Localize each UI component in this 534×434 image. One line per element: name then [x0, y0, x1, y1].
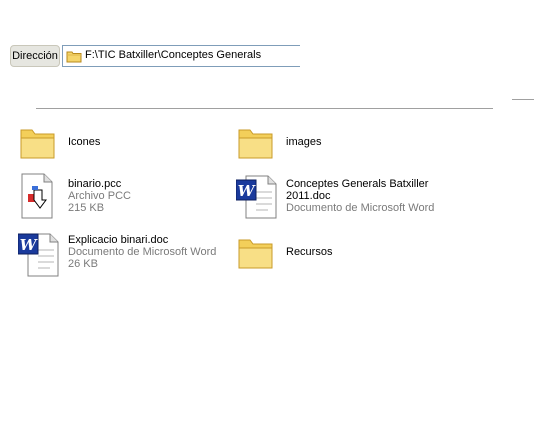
- file-name: Explicacio binari.doc: [68, 234, 169, 246]
- pcc-file-icon: [18, 172, 58, 219]
- address-field[interactable]: F:\TIC Batxiller\Conceptes Generals: [62, 45, 300, 67]
- address-path: F:\TIC Batxiller\Conceptes Generals: [85, 49, 262, 61]
- separator: [36, 108, 493, 109]
- svg-text:W: W: [20, 236, 39, 254]
- list-item[interactable]: W Conceptes Generals Batxiller 2011.doc …: [235, 172, 496, 220]
- file-name: images: [286, 136, 322, 148]
- list-item[interactable]: Icones: [18, 122, 218, 166]
- file-name-line2: 2011.doc: [286, 190, 331, 202]
- word-document-icon: W: [235, 172, 277, 219]
- list-item[interactable]: Recursos: [236, 232, 436, 276]
- list-item[interactable]: W Explicacio binari.doc Documento de Mic…: [17, 230, 238, 278]
- folder-icon: [18, 122, 58, 166]
- file-name: Icones: [68, 136, 101, 148]
- file-size: 215 KB: [68, 202, 105, 214]
- file-name: Conceptes Generals Batxiller: [286, 178, 429, 190]
- word-document-icon: W: [17, 230, 59, 277]
- file-type: Archivo PCC: [68, 190, 131, 202]
- file-type: Documento de Microsoft Word: [68, 246, 217, 258]
- address-label: Dirección: [10, 45, 60, 67]
- list-item[interactable]: binario.pcc Archivo PCC 215 KB: [18, 172, 218, 220]
- file-size: 26 KB: [68, 258, 98, 270]
- folder-icon: [236, 232, 276, 276]
- file-name: binario.pcc: [68, 178, 122, 190]
- list-item[interactable]: images: [236, 122, 436, 166]
- svg-text:W: W: [238, 182, 257, 200]
- folder-icon: [236, 122, 276, 166]
- file-type: Documento de Microsoft Word: [286, 202, 435, 214]
- file-name: Recursos: [286, 246, 333, 258]
- separator: [512, 99, 534, 100]
- folder-icon: [66, 49, 82, 66]
